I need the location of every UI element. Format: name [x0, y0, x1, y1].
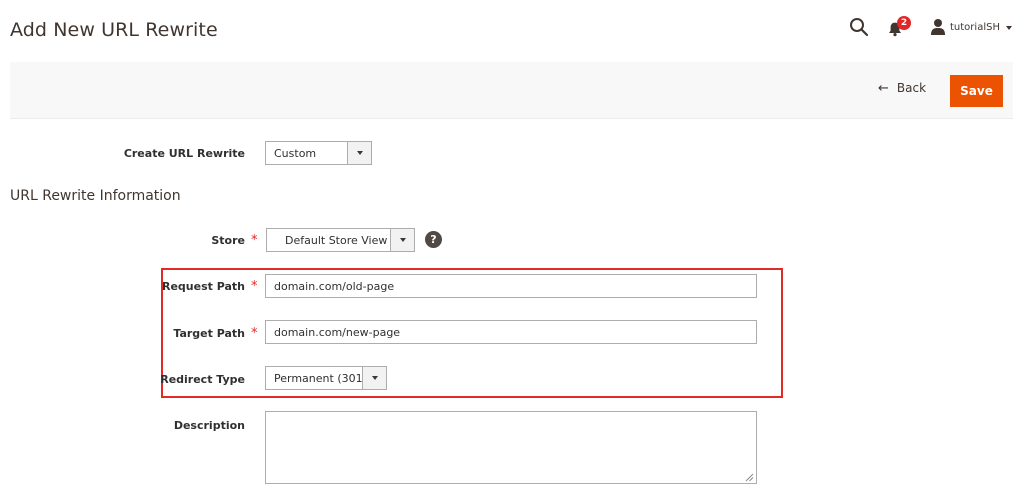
create-url-rewrite-select[interactable]: Custom [265, 141, 372, 165]
search-icon[interactable] [849, 17, 869, 37]
back-button[interactable]: ← Back [878, 81, 926, 95]
description-label: Description [173, 419, 245, 432]
request-path-input[interactable] [265, 274, 757, 298]
back-button-label: Back [896, 81, 927, 95]
target-path-input[interactable] [265, 320, 757, 344]
user-icon [931, 19, 945, 35]
create-url-rewrite-value: Custom [274, 147, 317, 160]
required-marker: * [251, 326, 258, 341]
chevron-down-icon [390, 229, 414, 251]
arrow-left-icon: ← [878, 80, 889, 96]
page-title: Add New URL Rewrite [10, 19, 218, 41]
store-value: Default Store View [285, 234, 388, 247]
chevron-down-icon [347, 142, 371, 164]
user-menu[interactable]: tutorialSH [930, 18, 1020, 38]
username: tutorialSH [950, 22, 1000, 33]
save-button[interactable]: Save [950, 75, 1003, 107]
required-marker: * [251, 279, 258, 294]
redirect-type-select[interactable]: Permanent (301) [265, 366, 387, 390]
notifications-button[interactable]: 2 [887, 16, 911, 39]
store-select[interactable]: Default Store View [266, 228, 415, 252]
description-textarea[interactable] [265, 411, 757, 484]
chevron-down-icon [1006, 26, 1012, 30]
redirect-type-value: Permanent (301) [274, 372, 367, 385]
target-path-label: Target Path [173, 327, 245, 340]
notification-badge: 2 [897, 16, 911, 30]
create-url-rewrite-label: Create URL Rewrite [123, 147, 245, 160]
section-title: URL Rewrite Information [10, 188, 181, 204]
redirect-type-label: Redirect Type [160, 373, 245, 386]
chevron-down-icon [362, 367, 386, 389]
resize-grip-icon[interactable] [745, 473, 754, 482]
request-path-label: Request Path [161, 280, 245, 293]
required-marker: * [251, 233, 258, 248]
help-icon[interactable]: ? [425, 231, 442, 248]
store-label: Store [211, 234, 245, 247]
page-actions-bar: ← Back Save [10, 62, 1013, 119]
